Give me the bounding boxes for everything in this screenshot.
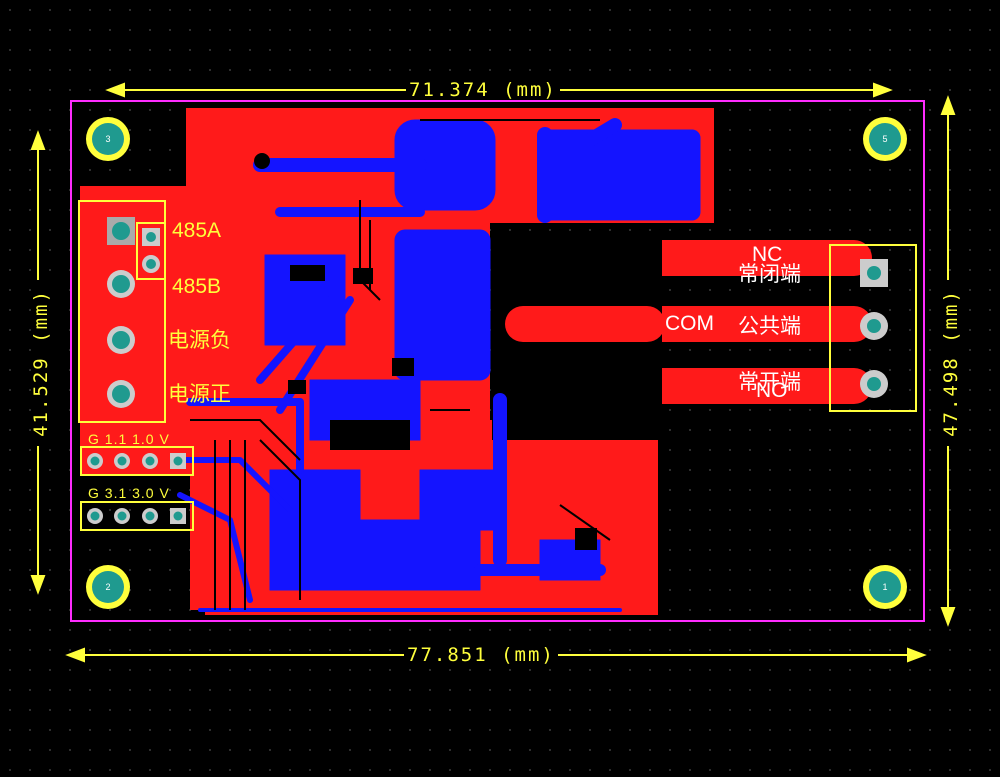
label-jumper-2: G 3.1 3.0 V [88, 485, 170, 501]
hole-number-3: 3 [105, 134, 110, 144]
dimension-top: 71.374 (mm) [406, 80, 560, 100]
label-485b: 485B [172, 275, 222, 298]
hole-number-2: 2 [105, 582, 110, 592]
dimension-bottom: 77.851 (mm) [404, 645, 558, 665]
label-485a: 485A [172, 219, 222, 242]
label-com: COM [665, 312, 714, 335]
label-power-positive: 电源正 [168, 383, 231, 406]
hole-number-5: 5 [882, 134, 887, 144]
label-jumper-1: G 1.1 1.0 V [88, 431, 170, 447]
label-common: 公共端 [738, 315, 801, 338]
label-no: NO [756, 379, 788, 402]
label-power-negative: 电源负 [168, 329, 231, 352]
hole-number-1: 1 [882, 582, 887, 592]
dimension-right: 47.498 (mm) [940, 280, 962, 446]
relay-pads [860, 259, 888, 398]
label-normally-closed: 常闭端 [738, 263, 801, 286]
dimension-left: 41.529 (mm) [30, 280, 52, 446]
